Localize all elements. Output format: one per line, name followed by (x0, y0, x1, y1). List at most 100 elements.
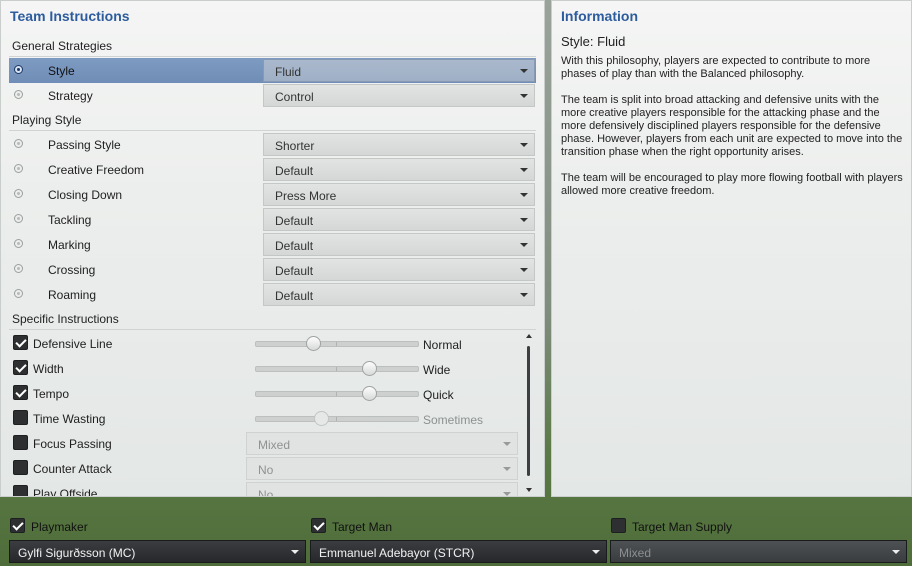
row-width: Width Wide (9, 356, 519, 381)
player-roles-bar: Playmaker Gylfi Sigurðsson (MC) Target M… (0, 512, 912, 566)
dropdown-value: Default (275, 289, 314, 303)
role-label: Target Man (332, 520, 393, 534)
row-defensive-line: Defensive Line Normal (9, 331, 519, 356)
row-label: Marking (48, 238, 91, 252)
row-label: Tempo (33, 387, 70, 401)
play-offside-dropdown[interactable]: No (246, 482, 518, 496)
row-strategy[interactable]: Strategy Control (9, 83, 536, 108)
chevron-down-icon (520, 268, 528, 272)
row-creative-freedom[interactable]: Creative Freedom Default (9, 157, 536, 182)
chevron-down-icon (291, 550, 299, 554)
radio-icon[interactable] (14, 289, 23, 298)
row-closing-down[interactable]: Closing Down Press More (9, 182, 536, 207)
row-label: Roaming (48, 288, 97, 302)
chevron-down-icon (520, 69, 528, 73)
panel-title: Team Instructions (10, 8, 130, 24)
divider (9, 329, 536, 330)
radio-icon[interactable] (14, 189, 23, 198)
specific-instructions-list: Defensive Line Normal Width Wide Tempo Q… (1, 331, 531, 496)
row-crossing[interactable]: Crossing Default (9, 257, 536, 282)
checkbox[interactable] (311, 518, 326, 533)
strategy-dropdown[interactable]: Control (263, 84, 535, 107)
slider-track[interactable] (255, 361, 419, 376)
role-label: Playmaker (31, 520, 88, 534)
dropdown-value: Control (275, 90, 314, 104)
scroll-up-icon[interactable] (526, 334, 532, 338)
scroll-down-icon[interactable] (526, 488, 532, 492)
focus-passing-dropdown[interactable]: Mixed (246, 432, 518, 455)
row-label: Time Wasting (33, 412, 106, 426)
scrollbar[interactable] (527, 346, 530, 476)
info-paragraph: With this philosophy, players are expect… (561, 55, 871, 80)
chevron-down-icon (520, 168, 528, 172)
slider-tick (336, 367, 337, 371)
slider-track[interactable] (255, 336, 419, 351)
chevron-down-icon (503, 467, 511, 471)
style-dropdown[interactable]: Fluid (263, 59, 535, 82)
checkbox[interactable] (13, 410, 28, 425)
row-label: Style (48, 64, 75, 78)
radio-icon[interactable] (14, 239, 23, 248)
tackling-dropdown[interactable]: Default (263, 208, 535, 231)
dropdown-value: Default (275, 164, 314, 178)
dropdown-value: Default (275, 239, 314, 253)
radio-icon[interactable] (14, 264, 23, 273)
checkbox[interactable] (13, 335, 28, 350)
radio-icon[interactable] (14, 214, 23, 223)
row-counter-attack: Counter Attack No (9, 456, 519, 481)
checkbox[interactable] (611, 518, 626, 533)
playmaker-player-dropdown[interactable]: Gylfi Sigurðsson (MC) (9, 540, 306, 563)
dropdown-value: Fluid (275, 65, 302, 79)
chevron-down-icon (520, 293, 528, 297)
chevron-down-icon (892, 550, 900, 554)
checkbox[interactable] (13, 360, 28, 375)
dropdown-value: Default (275, 214, 314, 228)
marking-dropdown[interactable]: Default (263, 233, 535, 256)
dropdown-value: Emmanuel Adebayor (STCR) (319, 546, 475, 560)
passing-style-dropdown[interactable]: Shorter (263, 133, 535, 156)
information-panel: Information Style: Fluid With this philo… (551, 0, 912, 497)
checkbox[interactable] (13, 435, 28, 450)
dropdown-value: Press More (275, 189, 337, 203)
info-subtitle: Style: Fluid (561, 34, 626, 49)
crossing-dropdown[interactable]: Default (263, 258, 535, 281)
row-time-wasting: Time Wasting Sometimes (9, 406, 519, 431)
chevron-down-icon (520, 218, 528, 222)
slider-knob[interactable] (362, 386, 377, 401)
chevron-down-icon (520, 94, 528, 98)
slider-track[interactable] (255, 411, 419, 426)
row-label: Creative Freedom (48, 163, 145, 177)
creative-freedom-dropdown[interactable]: Default (263, 158, 535, 181)
counter-attack-dropdown[interactable]: No (246, 457, 518, 480)
chevron-down-icon (503, 442, 511, 446)
row-marking[interactable]: Marking Default (9, 232, 536, 257)
radio-icon[interactable] (14, 90, 23, 99)
checkbox[interactable] (13, 460, 28, 475)
radio-icon[interactable] (14, 65, 23, 74)
slider-knob[interactable] (306, 336, 321, 351)
row-label: Width (33, 362, 64, 376)
slider-knob[interactable] (314, 411, 329, 426)
slider-knob[interactable] (362, 361, 377, 376)
checkbox[interactable] (10, 518, 25, 533)
closing-down-dropdown[interactable]: Press More (263, 183, 535, 206)
checkbox[interactable] (13, 385, 28, 400)
row-tempo: Tempo Quick (9, 381, 519, 406)
slider-tick (336, 392, 337, 396)
row-passing-style[interactable]: Passing Style Shorter (9, 132, 536, 157)
target-man-player-dropdown[interactable]: Emmanuel Adebayor (STCR) (310, 540, 607, 563)
radio-icon[interactable] (14, 164, 23, 173)
target-man-supply-dropdown[interactable]: Mixed (610, 540, 907, 563)
row-roaming[interactable]: Roaming Default (9, 282, 536, 307)
dropdown-value: Mixed (258, 438, 291, 452)
slider-value: Quick (423, 388, 454, 402)
roaming-dropdown[interactable]: Default (263, 283, 535, 306)
row-tackling[interactable]: Tackling Default (9, 207, 536, 232)
row-style[interactable]: Style Fluid (9, 58, 536, 83)
section-specific-instructions: Specific Instructions (12, 312, 119, 326)
chevron-down-icon (503, 492, 511, 496)
slider-track[interactable] (255, 386, 419, 401)
radio-icon[interactable] (14, 139, 23, 148)
dropdown-value: Shorter (275, 139, 315, 153)
checkbox[interactable] (13, 485, 28, 496)
